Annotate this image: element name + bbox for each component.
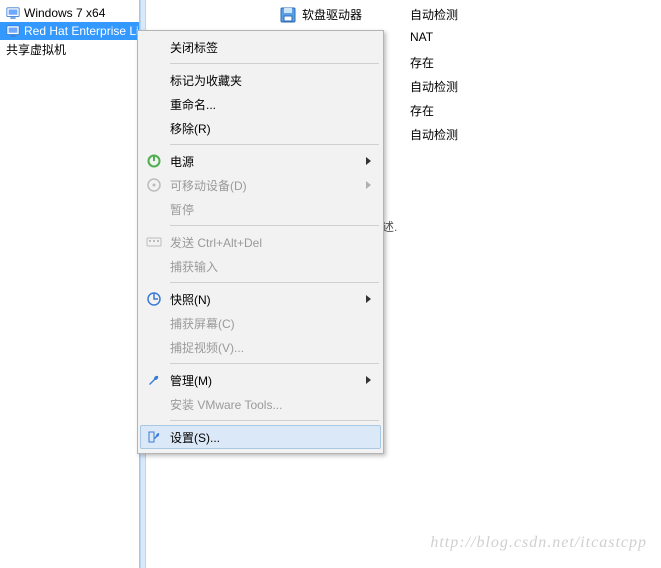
vm-icon bbox=[6, 24, 20, 38]
menu-remove[interactable]: 移除(R) bbox=[140, 116, 381, 140]
menu-rename[interactable]: 重命名... bbox=[140, 92, 381, 116]
menu-settings[interactable]: 设置(S)... bbox=[140, 425, 381, 449]
menu-snapshot[interactable]: 快照(N) bbox=[140, 287, 381, 311]
tree-item-windows7[interactable]: Windows 7 x64 bbox=[0, 4, 139, 22]
menu-close-tab[interactable]: 关闭标签 bbox=[140, 35, 381, 59]
menu-manage[interactable]: 管理(M) bbox=[140, 368, 381, 392]
menu-capture-video: 捕捉视频(V)... bbox=[140, 335, 381, 359]
submenu-arrow-icon bbox=[366, 295, 371, 303]
keyboard-icon bbox=[146, 234, 162, 250]
hw-value: NAT bbox=[410, 30, 433, 44]
hw-name: 软盘驱动器 bbox=[302, 6, 362, 23]
submenu-arrow-icon bbox=[366, 181, 371, 189]
power-icon bbox=[146, 153, 162, 169]
menu-separator bbox=[170, 225, 379, 226]
menu-removable-devices: 可移动设备(D) bbox=[140, 173, 381, 197]
disc-icon bbox=[146, 177, 162, 193]
menu-separator bbox=[170, 363, 379, 364]
context-menu: 关闭标签 标记为收藏夹 重命名... 移除(R) 电源 可移动设备(D) 暂停 … bbox=[137, 30, 384, 454]
vm-tree-panel: Windows 7 x64 Red Hat Enterprise Linux 6… bbox=[0, 0, 140, 568]
menu-power[interactable]: 电源 bbox=[140, 149, 381, 173]
hw-value: 自动检测 bbox=[410, 80, 458, 94]
submenu-arrow-icon bbox=[366, 376, 371, 384]
hw-value: 存在 bbox=[410, 56, 434, 70]
snapshot-icon bbox=[146, 291, 162, 307]
wrench-icon bbox=[146, 372, 162, 388]
hw-value: 存在 bbox=[410, 104, 434, 118]
hw-value: 自动检测 bbox=[410, 128, 458, 142]
menu-separator bbox=[170, 63, 379, 64]
tree-item-shared-vms[interactable]: 共享虚拟机 bbox=[0, 40, 139, 58]
submenu-arrow-icon bbox=[366, 157, 371, 165]
menu-separator bbox=[170, 420, 379, 421]
hw-value: 自动检测 bbox=[410, 8, 458, 22]
menu-pause: 暂停 bbox=[140, 197, 381, 221]
menu-separator bbox=[170, 282, 379, 283]
menu-grab-input: 捕获输入 bbox=[140, 254, 381, 278]
menu-install-vmware-tools: 安装 VMware Tools... bbox=[140, 392, 381, 416]
tree-item-label: Windows 7 x64 bbox=[24, 6, 105, 20]
hardware-row: 软盘驱动器 自动检测 bbox=[280, 6, 660, 30]
vm-icon bbox=[6, 6, 20, 20]
menu-separator bbox=[170, 144, 379, 145]
tree-item-redhat[interactable]: Red Hat Enterprise Linux 6 64-bit bbox=[0, 22, 139, 40]
menu-capture-screen: 捕获屏幕(C) bbox=[140, 311, 381, 335]
menu-mark-favorite[interactable]: 标记为收藏夹 bbox=[140, 68, 381, 92]
menu-send-ctrl-alt-del: 发送 Ctrl+Alt+Del bbox=[140, 230, 381, 254]
floppy-icon bbox=[280, 7, 296, 23]
tree-item-label: 共享虚拟机 bbox=[6, 41, 66, 58]
watermark: http://blog.csdn.net/itcastcpp bbox=[430, 534, 647, 552]
tree-item-label: Red Hat Enterprise Linux 6 64-bit bbox=[24, 24, 139, 38]
settings-icon bbox=[147, 429, 163, 445]
